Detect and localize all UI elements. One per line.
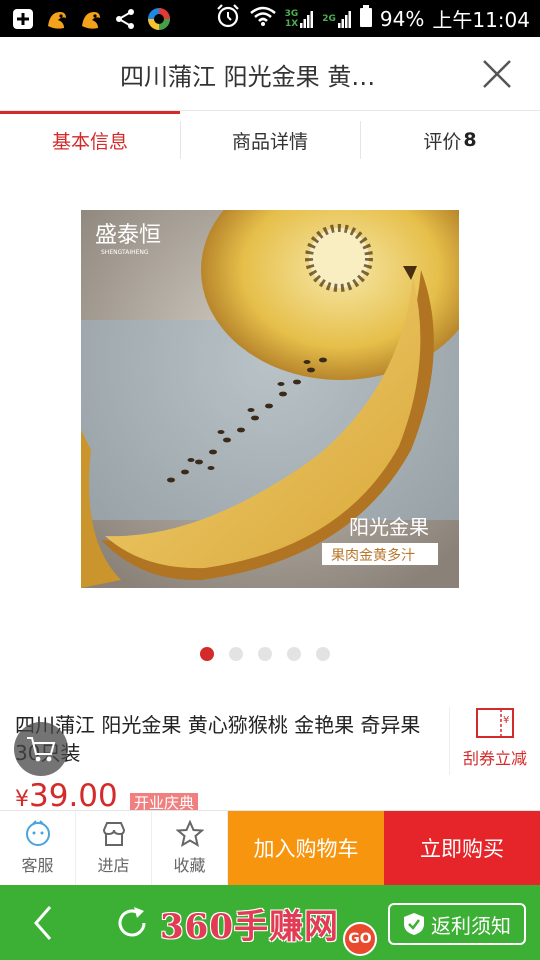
tab-label: 商品详情 [231, 130, 308, 153]
watermark-logo: 360手赚网 [160, 907, 339, 947]
review-count: 8 [463, 129, 477, 151]
buy-now-button[interactable]: 立即购买 [384, 811, 540, 885]
back-button[interactable] [28, 903, 58, 943]
app-color-icon [146, 6, 172, 32]
alarm-icon [215, 3, 241, 34]
star-icon [175, 820, 204, 848]
store-icon [102, 822, 125, 846]
carousel-dot[interactable] [258, 647, 272, 661]
uc-browser-icon [44, 6, 70, 32]
caption-sub: 果肉金黄多汁 [331, 547, 415, 564]
refresh-icon [118, 907, 146, 937]
favorite-label: 收藏 [173, 856, 206, 875]
service-label: 客服 [21, 856, 54, 875]
signal-bars-icon-2 [337, 10, 351, 28]
notification-plus-icon [10, 6, 36, 32]
carousel-indicator [200, 647, 330, 661]
currency-symbol: ¥ [15, 787, 29, 812]
carousel-dot[interactable] [200, 647, 214, 661]
clock: 上午11:04 [432, 8, 530, 32]
carousel-dot[interactable] [287, 647, 301, 661]
product-name: 四川蒲江 阳光金果 黄心猕猴桃 金艳果 奇异果30只装 [15, 713, 421, 765]
rebate-info-button[interactable]: 返利须知 [388, 903, 526, 945]
signal-bars-icon [300, 10, 314, 28]
product-image[interactable]: 盛泰恒 SHENGTAIHENG 阳光金果 果肉金黄多汁 [81, 210, 459, 588]
chevron-left-icon [34, 906, 52, 940]
network-1-sub-label: 1X [285, 18, 299, 29]
close-icon [483, 60, 511, 88]
tab-label: 基本信息 [51, 130, 128, 153]
kiwi-photo: 盛泰恒 SHENGTAIHENG 阳光金果 果肉金黄多汁 [81, 210, 459, 588]
carousel-dot[interactable] [229, 647, 243, 661]
close-button[interactable] [480, 57, 514, 91]
favorite-button[interactable]: 收藏 [152, 811, 228, 885]
carousel-dot[interactable] [316, 647, 330, 661]
tab-label: 评价 [423, 130, 462, 153]
page-header: 四川蒲江 阳光金果 黄… [0, 37, 540, 111]
signal-2: 2G [322, 10, 352, 28]
cart-icon [27, 737, 56, 762]
product-price: ¥39.00 [15, 778, 118, 814]
bottom-action-bar: 客服 进店 收藏 加入购物车 立即购买 [0, 810, 540, 885]
store-label: 进店 [97, 856, 130, 875]
floating-cart-button[interactable] [14, 722, 68, 776]
price-value: 39.00 [29, 778, 118, 814]
signal-1: 3G 1X [285, 9, 315, 29]
chat-bubble-icon [25, 820, 50, 846]
wifi-icon [249, 5, 277, 32]
coupon-label: 刮券立减 [462, 749, 527, 768]
tab-basic-info[interactable]: 基本信息 [0, 111, 180, 169]
store-button[interactable]: 进店 [76, 811, 152, 885]
tab-reviews[interactable]: 评价 8 [360, 111, 540, 169]
add-to-cart-button[interactable]: 加入购物车 [228, 811, 384, 885]
coupon-ticket-icon: ¥ [476, 708, 514, 738]
browser-toolbar: 360手赚网 GO 返利须知 [0, 885, 540, 960]
network-1-label: 3G [284, 8, 299, 19]
refresh-button[interactable] [112, 903, 152, 943]
caption-title: 阳光金果 [349, 515, 429, 539]
network-2-label: 2G [322, 13, 336, 24]
brand-pinyin: SHENGTAIHENG [101, 249, 149, 256]
rebate-label: 返利须知 [431, 913, 511, 938]
tab-product-details[interactable]: 商品详情 [180, 111, 360, 169]
customer-service-button[interactable]: 客服 [0, 811, 76, 885]
battery-icon [359, 5, 372, 32]
coupon-button[interactable]: ¥ 刮券立减 [449, 707, 540, 775]
page-title: 四川蒲江 阳光金果 黄… [120, 63, 376, 91]
status-bar: 3G 1X 2G 94% 上午11:04 [0, 0, 540, 37]
uc-browser-icon-2 [78, 6, 104, 32]
brand-text: 盛泰恒 [95, 223, 161, 248]
go-badge: GO [343, 922, 377, 956]
tab-bar: 基本信息 商品详情 评价 8 [0, 111, 540, 169]
coupon-yen: ¥ [503, 715, 509, 726]
shield-check-icon [404, 913, 424, 935]
battery-level: 94% [379, 6, 425, 31]
share-icon [112, 6, 138, 32]
